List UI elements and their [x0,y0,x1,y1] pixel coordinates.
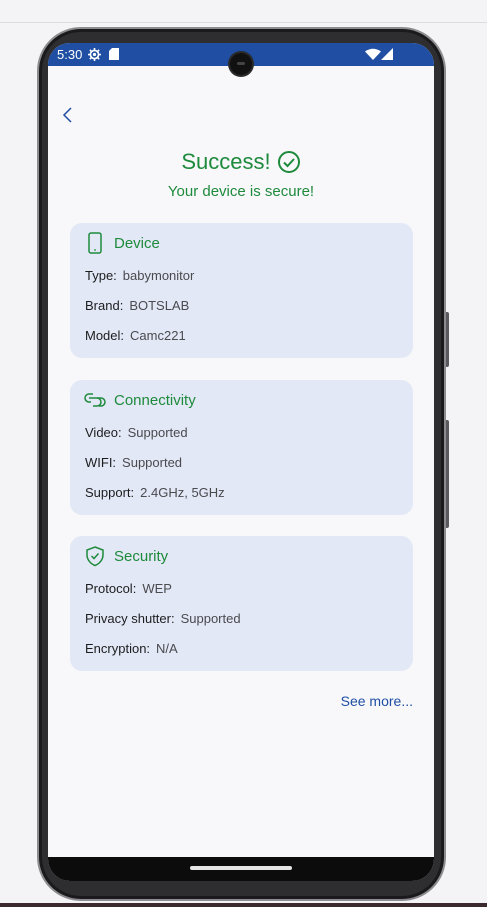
info-value: Camc221 [130,328,186,343]
bottom-strip [0,903,487,907]
info-row: Protocol: WEP [85,581,172,596]
info-row: Encryption: N/A [85,641,178,656]
page-subtitle: Your device is secure! [167,183,315,200]
info-label: Video: [85,425,122,440]
navigation-bar [48,857,434,881]
signal-icon [381,48,393,60]
info-label: Brand: [85,298,124,313]
status-time: 5:30 [57,47,83,62]
info-value: N/A [156,641,178,656]
check-circle-icon [277,151,300,173]
info-label: Privacy shutter: [85,611,175,626]
info-value: Supported [122,455,183,470]
phone-screen: 5:30 Success! Your device is secure! Dev… [48,43,434,881]
page-title: Success! [181,149,271,174]
connectivity-icon [84,393,106,407]
info-label: Protocol: [85,581,137,596]
info-value: WEP [142,581,172,596]
top-divider [0,22,487,23]
see-more-link[interactable]: See more... [48,693,413,709]
card-title: Connectivity [114,391,196,409]
info-value: Supported [127,425,188,440]
info-row: WIFI: Supported [85,455,182,470]
front-camera [230,53,252,75]
info-value: Supported [180,611,241,626]
shield-check-icon [86,546,104,567]
info-value: BOTSLAB [129,298,190,313]
wifi-icon [365,48,381,60]
info-label: Type: [85,268,117,283]
info-row: Video: Supported [85,425,188,440]
info-label: Model: [85,328,125,343]
sd-card-icon [109,48,119,60]
home-indicator[interactable] [190,866,292,870]
info-value: 2.4GHz, 5GHz [140,485,225,500]
info-row: Model: Camc221 [85,328,186,343]
info-row: Support: 2.4GHz, 5GHz [85,485,225,500]
phone-icon [88,232,102,254]
info-value: babymonitor [122,268,195,283]
info-label: Support: [85,485,135,500]
info-row: Brand: BOTSLAB [85,298,189,313]
card-title: Security [114,547,169,565]
device-card: Device Type: babymonitor Brand: BOTSLAB Mo… [70,223,413,358]
card-header: Connectivity [84,388,196,412]
gear-icon [88,48,101,61]
info-row: Type: babymonitor [85,268,194,283]
card-title: Device [114,234,160,252]
back-arrow-icon[interactable] [60,106,76,124]
info-label: Encryption: [85,641,151,656]
info-label: WIFI: [85,455,117,470]
card-header: Security [84,544,168,568]
info-row: Privacy shutter: Supported [85,611,241,626]
security-card: Security Protocol: WEP Privacy shutter: Su… [70,536,413,671]
connectivity-card: Connectivity Video: Supported WIFI: Suppor… [70,380,413,515]
card-header: Device [84,231,160,255]
success-header: Success! [48,147,434,177]
